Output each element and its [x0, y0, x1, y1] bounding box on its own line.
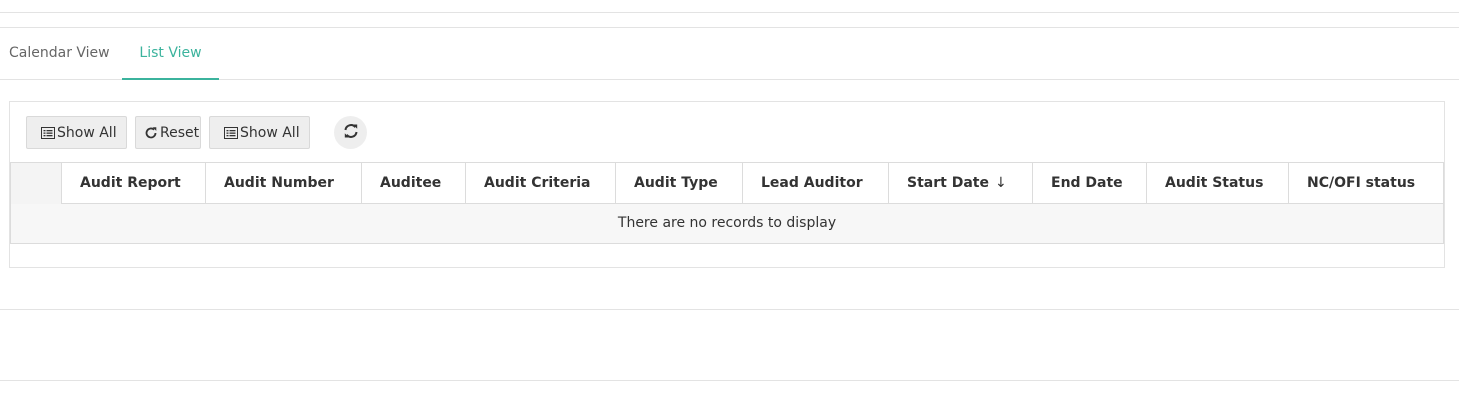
show-all-button[interactable]: Show All [26, 116, 127, 149]
sort-down-icon: ↓ [994, 175, 1007, 191]
list-icon [41, 126, 55, 139]
column-header-audit-status[interactable]: Audit Status [1147, 163, 1289, 204]
show-all-button-2[interactable]: Show All [209, 116, 310, 149]
view-tabs: Calendar View List View [0, 28, 1459, 80]
column-header-audit-type[interactable]: Audit Type [616, 163, 743, 204]
column-header-audit-number[interactable]: Audit Number [206, 163, 362, 204]
show-all-label: Show All [57, 124, 117, 141]
reset-icon [144, 126, 158, 140]
empty-message: There are no records to display [10, 204, 1444, 243]
column-header-end-date[interactable]: End Date [1033, 163, 1147, 204]
column-header-lead-auditor[interactable]: Lead Auditor [743, 163, 889, 204]
section-divider [0, 309, 1459, 310]
column-header-auditee[interactable]: Auditee [362, 163, 466, 204]
audit-table: Audit Report Audit Number Auditee Audit … [10, 162, 1444, 244]
bottom-divider [0, 380, 1459, 381]
tab-list-view[interactable]: List View [122, 28, 219, 80]
reset-label: Reset [160, 124, 200, 141]
column-header-start-date[interactable]: Start Date ↓ [889, 163, 1033, 204]
top-divider [0, 12, 1459, 13]
tab-calendar-view[interactable]: Calendar View [9, 28, 110, 80]
list-icon [224, 126, 238, 139]
column-header-nc-ofi-status[interactable]: NC/OFI status [1289, 163, 1444, 204]
refresh-icon [343, 123, 359, 143]
column-header-audit-criteria[interactable]: Audit Criteria [466, 163, 616, 204]
audit-list-panel: Show All Reset Show All Audit Report Aud… [9, 101, 1445, 268]
show-all-label-2: Show All [240, 124, 300, 141]
column-header-audit-report[interactable]: Audit Report [62, 163, 206, 204]
start-date-label: Start Date [907, 175, 989, 191]
refresh-button[interactable] [334, 116, 367, 149]
reset-button[interactable]: Reset [135, 116, 201, 149]
select-all-column[interactable] [10, 163, 62, 204]
table-header: Audit Report Audit Number Auditee Audit … [10, 163, 1444, 204]
